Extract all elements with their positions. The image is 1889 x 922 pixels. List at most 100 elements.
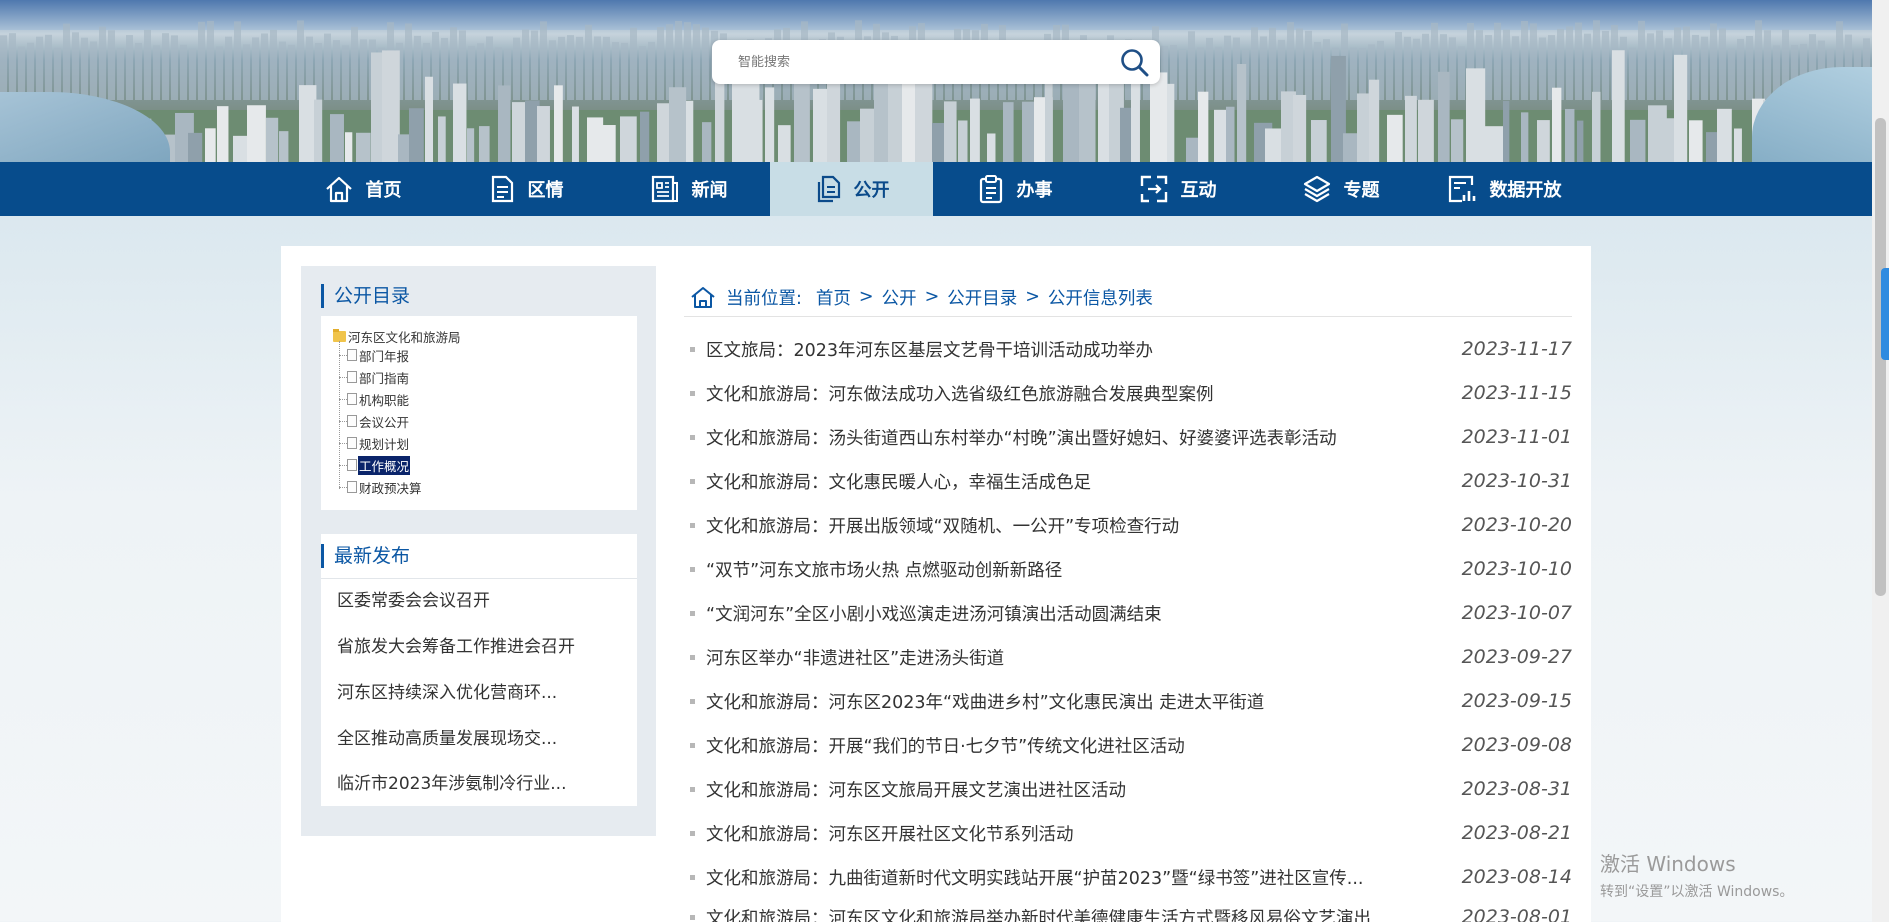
search-input[interactable] (738, 51, 1098, 73)
latest-item[interactable]: 临沂市2023年涉氨制冷行业... (337, 772, 566, 796)
nav-item-district[interactable]: 区情 (444, 162, 607, 216)
tree-item[interactable]: 机构职能 (339, 389, 410, 409)
nav-item-services[interactable]: 办事 (933, 162, 1096, 216)
latest-item[interactable]: 省旅发大会筹备工作推进会召开 (337, 635, 575, 659)
bullet (690, 698, 695, 704)
nav-label: 首页 (365, 180, 402, 201)
nav-item-home[interactable]: 首页 (281, 162, 444, 216)
side-float-tab[interactable] (1881, 268, 1889, 360)
article-row[interactable]: 河东区举办“非遗进社区”走进汤头街道 2023-09-27 (690, 642, 1572, 672)
article-row[interactable]: 文化和旅游局：汤头街道西山东村举办“村晚”演出暨好媳妇、好婆婆评选表彰活动 202… (690, 422, 1572, 452)
tree-item[interactable]: 会议公开 (339, 411, 410, 431)
tree-dash (339, 420, 347, 422)
document-icon (347, 371, 357, 383)
catalog-tree: 河东区文化和旅游局 部门年报 部门指南 机构职能 会议公开 规划计划 工作概况 … (321, 316, 637, 510)
document-icon (347, 349, 357, 361)
article-row[interactable]: 文化和旅游局：河东做法成功入选省级红色旅游融合发展典型案例 2023-11-15 (690, 378, 1572, 408)
bullet (690, 390, 695, 396)
article-title[interactable]: 文化和旅游局：河东区2023年“戏曲进乡村”文化惠民演出 走进太平街道 (706, 689, 1426, 714)
latest-item[interactable]: 全区推动高质量发展现场交... (337, 727, 557, 751)
home-icon (325, 176, 352, 203)
tree-item-label: 工作概况 (358, 455, 411, 475)
file-copy-icon (817, 175, 840, 203)
nav-item-topics[interactable]: 专题 (1259, 162, 1422, 216)
layers-icon (1303, 175, 1330, 203)
article-title[interactable]: 河东区举办“非遗进社区”走进汤头街道 (706, 645, 1426, 670)
article-row[interactable]: “双节”河东文旅市场火热 点燃驱动创新新路径 2023-10-10 (690, 554, 1572, 584)
article-title[interactable]: 文化和旅游局：文化惠民暖人心，幸福生活成色足 (706, 469, 1426, 494)
tree-item[interactable]: 部门指南 (339, 367, 410, 387)
breadcrumb-separator: > (1025, 287, 1040, 307)
article-row[interactable]: “文润河东”全区小剧小戏巡演走进汤河镇演出活动圆满结束 2023-10-07 (690, 598, 1572, 628)
article-row[interactable]: 文化和旅游局：九曲街道新时代文明实践站开展“护苗2023”暨“绿书签”进社区宣传… (690, 862, 1572, 892)
article-title[interactable]: “双节”河东文旅市场火热 点燃驱动创新新路径 (706, 557, 1426, 582)
document-icon (347, 415, 357, 427)
nav-item-interaction[interactable]: 互动 (1096, 162, 1259, 216)
tree-item[interactable]: 规划计划 (339, 433, 410, 453)
article-title[interactable]: “文润河东”全区小剧小戏巡演走进汤河镇演出活动圆满结束 (706, 601, 1426, 626)
article-title[interactable]: 区文旅局：2023年河东区基层文艺骨干培训活动成功举办 (706, 337, 1426, 362)
article-title[interactable]: 文化和旅游局：九曲街道新时代文明实践站开展“护苗2023”暨“绿书签”进社区宣传… (706, 865, 1426, 890)
breadcrumb-link[interactable]: 首页 (816, 285, 851, 310)
watermark-line1: 激活 Windows (1600, 852, 1736, 876)
article-row[interactable]: 文化和旅游局：开展“我们的节日·七夕节”传统文化进社区活动 2023-09-08 (690, 730, 1572, 760)
latest-list: 区委常委会会议召开 省旅发大会筹备工作推进会召开 河东区持续深入优化营商环...… (321, 578, 637, 806)
article-row[interactable]: 文化和旅游局：河东区文旅局开展文艺演出进社区活动 2023-08-31 (690, 774, 1572, 804)
article-row[interactable]: 文化和旅游局：河东区文化和旅游局举办新时代美德健康生活方式暨移风易俗文艺演出 20… (690, 902, 1572, 922)
nav-label: 公开 (853, 180, 890, 201)
document-icon (347, 481, 357, 493)
breadcrumb-current[interactable]: 公开信息列表 (1048, 285, 1153, 310)
breadcrumb-link[interactable]: 公开 (882, 285, 917, 310)
document-icon (347, 459, 357, 471)
tree-item-label: 规划计划 (359, 436, 410, 452)
article-date: 2023-11-01 (1461, 426, 1572, 448)
bullet (690, 566, 695, 572)
article-date: 2023-08-21 (1461, 822, 1572, 844)
tree-item[interactable]: 部门年报 (339, 345, 410, 365)
page-scrollbar[interactable] (1872, 0, 1889, 922)
home-icon (691, 287, 715, 308)
latest-item[interactable]: 河东区持续深入优化营商环... (337, 681, 557, 705)
tree-root-label: 河东区文化和旅游局 (348, 330, 461, 345)
tree-root[interactable]: 河东区文化和旅游局 (333, 327, 461, 346)
article-row[interactable]: 区文旅局：2023年河东区基层文艺骨干培训活动成功举办 2023-11-17 (690, 334, 1572, 364)
bullet (690, 522, 695, 528)
tree-item[interactable]: 财政预决算 (339, 477, 423, 497)
article-date: 2023-09-27 (1461, 646, 1572, 668)
tree-item-selected[interactable]: 工作概况 (339, 455, 411, 475)
nav-item-open[interactable]: 公开 (770, 162, 933, 216)
tree-item-label: 部门指南 (359, 370, 410, 386)
nav-item-open-data[interactable]: 数据开放 (1422, 162, 1585, 216)
tree-dash (339, 398, 347, 400)
tree-dash (339, 464, 347, 466)
article-row[interactable]: 文化和旅游局：开展出版领域“双随机、一公开”专项检查行动 2023-10-20 (690, 510, 1572, 540)
nav-item-news[interactable]: 新闻 (607, 162, 770, 216)
article-date: 2023-09-15 (1461, 690, 1572, 712)
article-title[interactable]: 文化和旅游局：河东做法成功入选省级红色旅游融合发展典型案例 (706, 381, 1426, 406)
latest-item[interactable]: 区委常委会会议召开 (337, 589, 490, 613)
breadcrumb-prefix: 当前位置: (726, 288, 802, 309)
article-title[interactable]: 文化和旅游局：河东区开展社区文化节系列活动 (706, 821, 1426, 846)
article-title[interactable]: 文化和旅游局：汤头街道西山东村举办“村晚”演出暨好媳妇、好婆婆评选表彰活动 (706, 425, 1426, 450)
search-button[interactable] (1118, 46, 1150, 78)
article-date: 2023-11-15 (1461, 382, 1572, 404)
article-row[interactable]: 文化和旅游局：文化惠民暖人心，幸福生活成色足 2023-10-31 (690, 466, 1572, 496)
bullet (690, 346, 695, 352)
bullet (690, 434, 695, 440)
nav-label: 数据开放 (1489, 180, 1562, 201)
article-row[interactable]: 文化和旅游局：河东区开展社区文化节系列活动 2023-08-21 (690, 818, 1572, 848)
article-title[interactable]: 文化和旅游局：开展“我们的节日·七夕节”传统文化进社区活动 (706, 733, 1426, 758)
sidebar: 公开目录 河东区文化和旅游局 部门年报 部门指南 机构职能 会议公开 规划计划 … (301, 266, 656, 836)
article-title[interactable]: 文化和旅游局：开展出版领域“双随机、一公开”专项检查行动 (706, 513, 1426, 538)
tree-dash (339, 486, 347, 488)
article-title[interactable]: 文化和旅游局：河东区文旅局开展文艺演出进社区活动 (706, 777, 1426, 802)
newspaper-icon (651, 175, 678, 203)
tree-dash (339, 376, 347, 378)
bullet (690, 786, 695, 792)
bullet (690, 478, 695, 484)
breadcrumb-link[interactable]: 公开目录 (947, 285, 1017, 310)
document-lines-icon (491, 175, 513, 203)
article-title[interactable]: 文化和旅游局：河东区文化和旅游局举办新时代美德健康生活方式暨移风易俗文艺演出 (706, 905, 1426, 922)
article-row[interactable]: 文化和旅游局：河东区2023年“戏曲进乡村”文化惠民演出 走进太平街道 2023-… (690, 686, 1572, 716)
interaction-arrows-icon (1140, 175, 1167, 203)
